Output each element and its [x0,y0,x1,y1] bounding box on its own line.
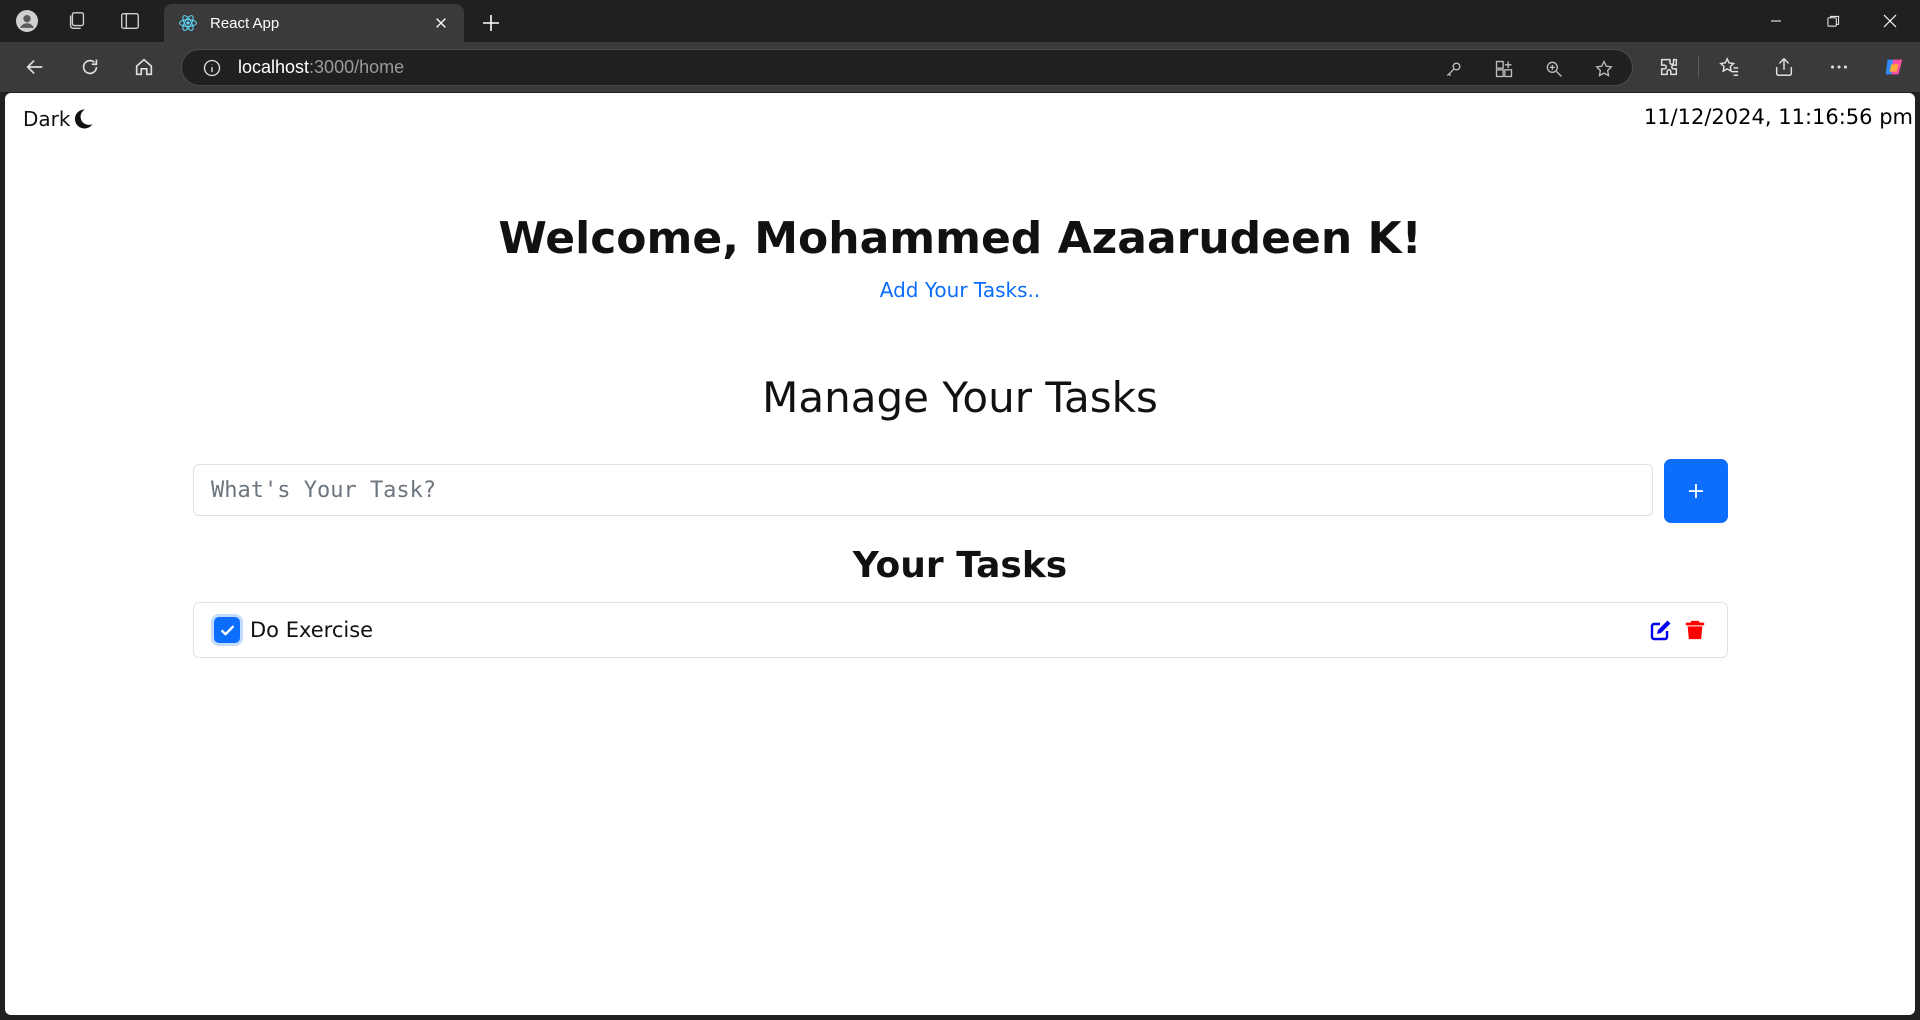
key-icon[interactable] [1442,57,1466,81]
back-icon[interactable] [21,53,49,81]
new-tab-icon[interactable] [478,10,504,36]
workspaces-icon[interactable] [64,8,90,34]
tab-actions-icon[interactable] [117,8,143,34]
moon-icon [75,109,93,129]
zoom-icon[interactable] [1542,57,1566,81]
tab-close-icon[interactable] [432,14,450,32]
dark-mode-toggle[interactable]: Dark [23,107,95,131]
edit-icon[interactable] [1649,618,1673,642]
share-icon[interactable] [1770,53,1798,81]
active-tab[interactable]: React App [164,4,464,42]
window-close-icon[interactable] [1862,0,1918,42]
task-input[interactable] [193,464,1653,516]
refresh-icon[interactable] [76,53,104,81]
welcome-heading: Welcome, Mohammed Azaarudeen K! [498,213,1422,264]
browser-toolbar: localhost:3000/home [0,42,1920,92]
toolbar-divider [1698,56,1699,78]
mode-label: Dark [23,107,71,131]
address-bar[interactable]: localhost:3000/home [181,49,1633,86]
more-icon[interactable] [1825,53,1853,81]
add-tasks-link[interactable]: Add Your Tasks.. [5,278,1915,302]
manage-tasks-heading: Manage Your Tasks [762,373,1158,422]
favorites-icon[interactable] [1715,53,1743,81]
url-host: localhost [238,57,310,77]
url-path: :3000/home [309,57,405,77]
trash-icon[interactable] [1683,618,1707,642]
date-time-display: 11/12/2024, 11:16:56 pm [1643,105,1913,129]
minimize-icon[interactable] [1748,0,1804,42]
browser-titlebar: React App [0,0,1920,42]
task-text: Do Exercise [250,618,374,642]
home-icon[interactable] [130,53,158,81]
restore-icon[interactable] [1805,0,1861,42]
app-available-icon[interactable] [1492,57,1516,81]
tab-title: React App [210,14,280,32]
profile-icon[interactable] [14,8,40,34]
copilot-icon[interactable] [1880,53,1908,81]
check-icon [220,625,234,635]
extensions-icon[interactable] [1655,53,1683,81]
your-tasks-heading: Your Tasks [852,545,1068,586]
task-row: Do Exercise [193,602,1728,658]
task-checkbox[interactable] [214,617,240,643]
site-info-icon[interactable] [202,58,222,78]
add-task-button[interactable]: + [1664,459,1728,523]
favorite-star-icon[interactable] [1592,57,1616,81]
react-favicon [179,15,197,31]
task-actions [1639,618,1707,642]
page-viewport: Dark 11/12/2024, 11:16:56 pm Welcome, Mo… [5,93,1915,1015]
